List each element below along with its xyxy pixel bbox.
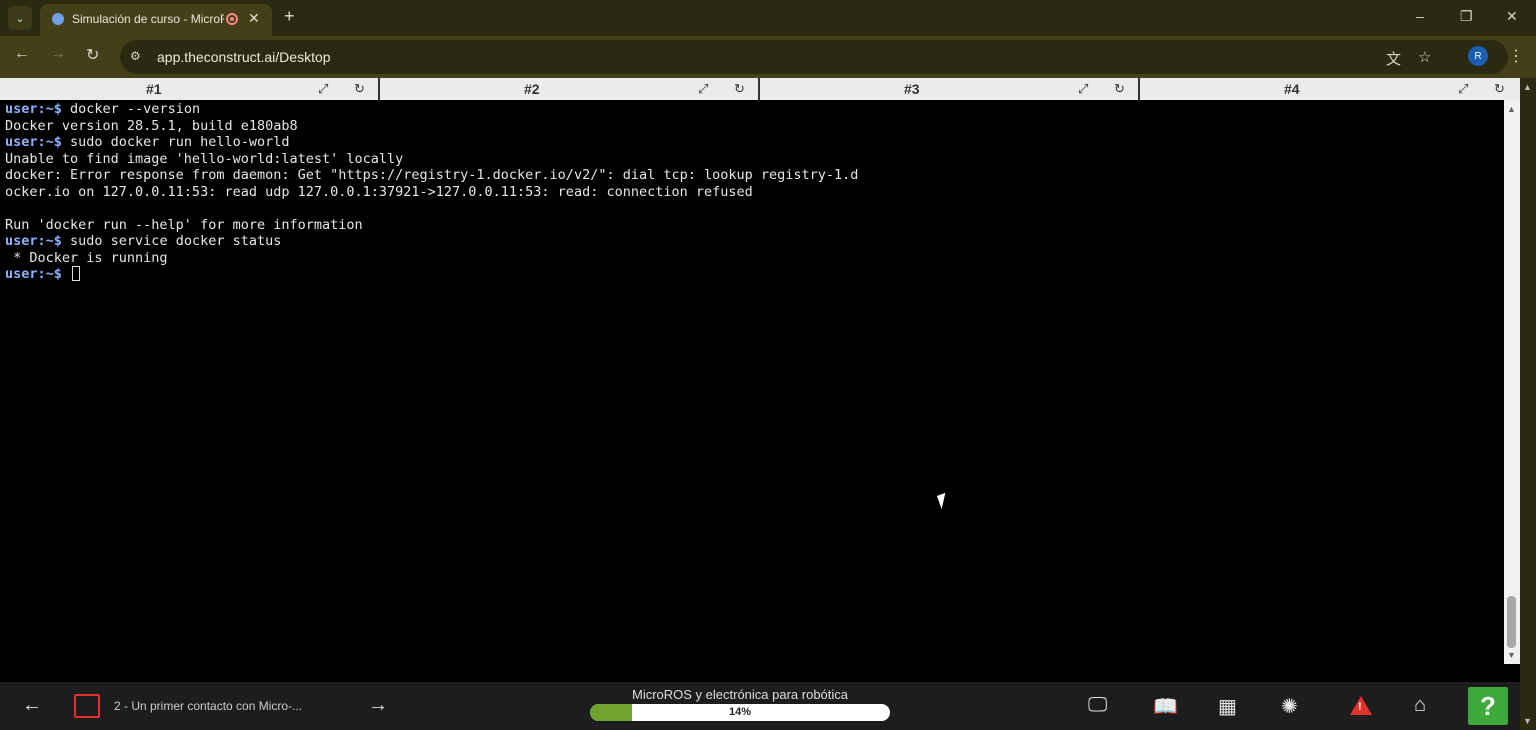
browser-tab-strip: ⌄ Simulación de curso - MicroROS ✕ + – ❐… (0, 0, 1536, 36)
terminal-text: Unable to find image 'hello-world:latest… (5, 150, 404, 167)
terminal-text: sudo docker run hello-world (61, 134, 290, 150)
terminal-tab-label: #3 (904, 81, 920, 97)
scrollbar-thumb[interactable] (1507, 596, 1516, 648)
forward-arrow-icon[interactable]: → (368, 694, 388, 717)
terminal-output[interactable]: user:~$ docker --version Docker version … (0, 100, 1504, 664)
url-text[interactable]: app.theconstruct.ai/Desktop (157, 49, 331, 65)
terminal-tab-label: #1 (146, 81, 162, 97)
page-scroll-up-icon[interactable]: ▲ (1523, 82, 1532, 92)
reset-icon[interactable]: ↻ (1114, 81, 1125, 97)
unit-label[interactable]: 2 - Un primer contacto con Micro-... (114, 699, 302, 713)
terminal-line: Unable to find image 'hello-world:latest… (5, 151, 1499, 168)
close-icon[interactable]: ✕ (248, 10, 260, 27)
reset-icon[interactable]: ↻ (1494, 81, 1505, 97)
terminal-tab-3[interactable]: #3 ⤢ ↻ (760, 78, 1140, 100)
terminal-cursor (72, 266, 81, 281)
terminal-text: docker --version (61, 101, 201, 117)
dashboard-icon[interactable]: ▦ (1218, 694, 1237, 719)
terminal-text: Run 'docker run --help' for more informa… (5, 216, 363, 233)
reset-icon[interactable]: ↻ (354, 81, 365, 97)
terminal-prompt: user:~$ (5, 233, 62, 249)
warning-mark: ! (1358, 701, 1362, 713)
terminal-line: * Docker is running (5, 250, 1499, 267)
avatar[interactable]: R (1468, 46, 1488, 66)
terminal-prompt: user:~$ (5, 134, 62, 150)
site-info-icon[interactable]: ⚙ (130, 49, 141, 63)
terminal-line: Run 'docker run --help' for more informa… (5, 217, 1499, 234)
menu-kebab-icon[interactable]: ⋮ (1508, 46, 1524, 66)
restore-button[interactable]: ❐ (1460, 8, 1473, 25)
favicon-icon (52, 13, 64, 25)
translate-icon[interactable]: 文 (1386, 48, 1401, 69)
terminal-prompt: user:~$ (5, 266, 62, 282)
unit-icon[interactable] (74, 694, 100, 718)
notebook-icon[interactable]: 📖 (1153, 694, 1178, 719)
help-button[interactable]: ? (1468, 687, 1508, 725)
terminal-text: * Docker is running (5, 249, 168, 266)
course-progress-bar: 14% (590, 704, 890, 721)
terminal-line: user:~$ (5, 266, 1499, 283)
terminal-tab-2[interactable]: #2 ⤢ ↻ (380, 78, 760, 100)
ai-assistant-icon[interactable]: ✺ (1281, 694, 1298, 719)
scroll-down-icon[interactable]: ▼ (1507, 650, 1516, 660)
expand-icon[interactable]: ⤢ (318, 81, 328, 97)
reload-icon[interactable]: ↻ (86, 45, 99, 65)
terminal-line: ocker.io on 127.0.0.11:53: read udp 127.… (5, 184, 1499, 201)
terminal-line (5, 200, 1499, 217)
back-icon[interactable]: ← (14, 45, 30, 63)
reset-icon[interactable]: ↻ (734, 81, 745, 97)
terminal-line: Docker version 28.5.1, build e180ab8 (5, 118, 1499, 135)
scroll-up-icon[interactable]: ▲ (1507, 104, 1516, 114)
browser-tab[interactable]: Simulación de curso - MicroROS ✕ (40, 4, 272, 36)
home-icon[interactable]: ⌂ (1414, 694, 1426, 717)
terminal-tab-1[interactable]: #1 ⤢ ↻ (0, 78, 380, 100)
new-tab-button[interactable]: + (284, 6, 295, 27)
terminal-line: user:~$ sudo service docker status (5, 233, 1499, 250)
terminal-line: docker: Error response from daemon: Get … (5, 167, 1499, 184)
desktop-icon[interactable]: 🖵 (1088, 694, 1107, 717)
terminal-tab-bar: #1 ⤢ ↻ #2 ⤢ ↻ #3 ⤢ ↻ #4 ⤢ ↻ (0, 78, 1520, 100)
tab-title: Simulación de curso - MicroROS (72, 12, 224, 26)
tab-search-icon[interactable]: ⌄ (8, 6, 32, 30)
back-arrow-icon[interactable]: ← (22, 694, 42, 717)
page-scrollbar[interactable]: ▲ ▼ (1520, 78, 1536, 730)
expand-icon[interactable]: ⤢ (1078, 81, 1088, 97)
terminal-tab-label: #4 (1284, 81, 1300, 97)
course-bar: ← 2 - Un primer contacto con Micro-... →… (0, 682, 1520, 730)
forward-icon[interactable]: → (50, 45, 66, 63)
page-scroll-down-icon[interactable]: ▼ (1523, 716, 1532, 726)
course-title: MicroROS y electrónica para robótica (631, 687, 849, 702)
terminal-text: Docker version 28.5.1, build e180ab8 (5, 117, 298, 134)
address-bar[interactable]: ⚙ app.theconstruct.ai/Desktop 文 ☆ (120, 40, 1508, 74)
terminal-scrollbar[interactable]: ▲ ▼ (1504, 100, 1520, 664)
progress-text: 14% (728, 706, 752, 718)
terminal-text: sudo service docker status (61, 233, 282, 249)
terminal-line: user:~$ sudo docker run hello-world (5, 134, 1499, 151)
bookmark-star-icon[interactable]: ☆ (1418, 48, 1431, 66)
recording-icon (226, 13, 238, 25)
terminal-line: user:~$ docker --version (5, 101, 1499, 118)
minimize-button[interactable]: – (1416, 8, 1424, 24)
terminal-text: ocker.io on 127.0.0.11:53: read udp 127.… (5, 183, 753, 200)
terminal-text: docker: Error response from daemon: Get … (5, 167, 859, 183)
terminal-tab-label: #2 (524, 81, 540, 97)
terminal-prompt: user:~$ (5, 101, 62, 117)
browser-toolbar: ← → ↻ ⚙ app.theconstruct.ai/Desktop 文 ☆ … (0, 36, 1536, 78)
expand-icon[interactable]: ⤢ (1458, 81, 1468, 97)
window-close-button[interactable]: ✕ (1506, 8, 1518, 25)
terminal-tab-4[interactable]: #4 ⤢ ↻ (1140, 78, 1520, 100)
expand-icon[interactable]: ⤢ (698, 81, 708, 97)
